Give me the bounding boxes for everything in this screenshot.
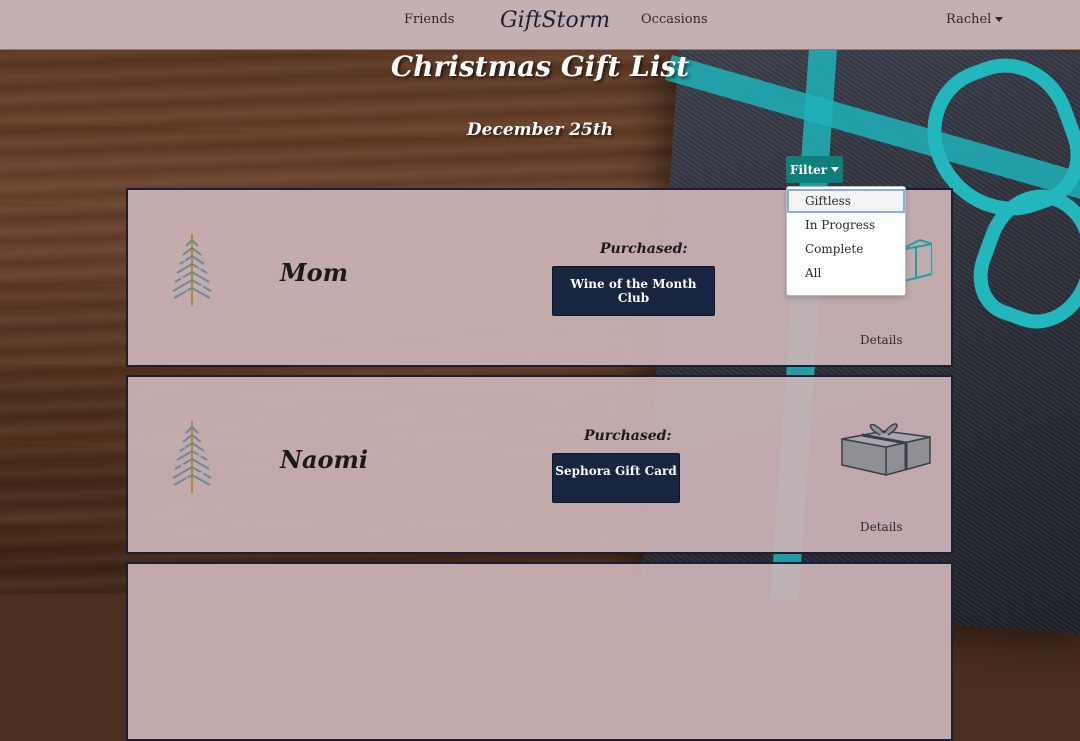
page-title: Christmas Gift List — [390, 50, 690, 83]
gift-status-label: Purchased: — [600, 241, 688, 257]
filter-option-in-progress[interactable]: In Progress — [787, 213, 905, 237]
filter-dropdown-menu: Giftless In Progress Complete All — [786, 186, 906, 296]
filter-option-all[interactable]: All — [787, 261, 905, 285]
gift-box-icon — [841, 423, 931, 476]
details-link[interactable]: Details — [860, 520, 903, 534]
chevron-down-icon — [831, 167, 840, 172]
user-name: Rachel — [946, 12, 992, 27]
details-link[interactable]: Details — [860, 333, 903, 347]
person-name: Naomi — [280, 445, 369, 474]
filter-label: Filter — [789, 162, 828, 177]
filter-option-giftless[interactable]: Giftless — [787, 189, 905, 213]
user-menu-toggle[interactable]: Rachel — [946, 12, 1004, 27]
chevron-down-icon — [995, 17, 1004, 22]
gift-button[interactable]: Sephora Gift Card — [552, 453, 680, 503]
nav-link-occasions[interactable]: Occasions — [641, 12, 708, 27]
person-card: Naomi Purchased: Sephora Gift Card Detai… — [126, 375, 953, 554]
person-name: Mom — [280, 258, 348, 287]
filter-dropdown-button[interactable]: Filter — [786, 156, 843, 183]
christmas-tree-icon — [172, 234, 212, 306]
gift-status-label: Purchased: — [584, 428, 672, 444]
top-navbar: Friends GiftStorm Occasions Rachel — [0, 0, 1080, 50]
brand-logo[interactable]: GiftStorm — [500, 8, 610, 33]
nav-link-friends[interactable]: Friends — [404, 12, 454, 27]
occasion-date: December 25th — [466, 120, 614, 140]
christmas-tree-icon — [172, 421, 212, 493]
gift-button[interactable]: Wine of the Month Club — [552, 266, 715, 316]
person-card — [126, 562, 953, 741]
filter-option-complete[interactable]: Complete — [787, 237, 905, 261]
